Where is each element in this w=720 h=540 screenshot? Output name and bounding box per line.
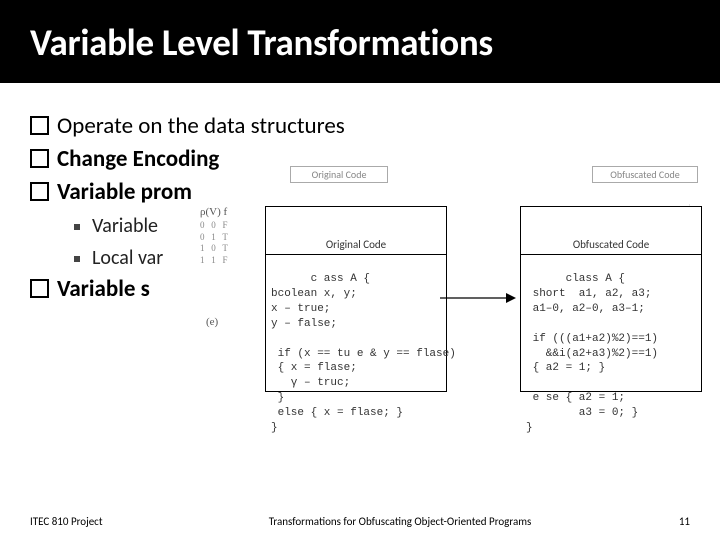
slide-title: Variable Level Transformations — [30, 20, 690, 65]
sub-bullet-text: Local var — [92, 242, 163, 274]
obfuscated-code-header: Obfuscated Code — [521, 237, 701, 255]
figure-group: Original Code Obfuscated Code ρ(V) f 0 0… — [210, 200, 700, 430]
rho-label: ρ(V) f — [200, 206, 227, 218]
ghost-obfuscated-header: Obfuscated Code — [592, 166, 698, 183]
square-bullet-icon — [30, 182, 49, 201]
sub-bullet-text: Variable — [92, 210, 158, 242]
page-number: 11 — [650, 515, 690, 528]
bullet-text: Variable s — [57, 274, 150, 305]
footer-left: ITEC 810 Project — [30, 515, 150, 528]
solid-square-icon — [74, 224, 80, 230]
slide: Variable Level Transformations Operate o… — [0, 0, 720, 540]
original-code-box: Original Code c ass A { bcolean x, y; x … — [265, 206, 447, 392]
footer: ITEC 810 Project Transformations for Obf… — [0, 515, 720, 528]
original-code-header: Original Code — [266, 237, 446, 255]
square-bullet-icon — [30, 149, 49, 168]
title-band: Variable Level Transformations — [0, 0, 720, 83]
original-code-body: c ass A { bcolean x, y; x – true; y – fa… — [271, 273, 456, 433]
truth-table: 0 0 F 0 1 T 1 0 T 1 1 F — [200, 220, 228, 267]
subfig-e-label: (e) — [206, 316, 218, 328]
obfuscated-code-box: Obfuscated Code class A { short a1, a2, … — [520, 206, 702, 392]
obfuscated-code-body: class A { short a1, a2, a3; a1–0, a2–0, … — [526, 273, 658, 433]
bullet-text: Change Encoding — [57, 144, 219, 175]
footer-center: Transformations for Obfuscating Object-O… — [150, 515, 650, 528]
bullet-text: Operate on the data structures — [57, 111, 345, 142]
bullet-operate: Operate on the data structures — [30, 111, 690, 142]
square-bullet-icon — [30, 116, 49, 135]
bullet-text: Variable prom — [57, 177, 192, 208]
ghost-original-header: Original Code — [290, 166, 388, 183]
square-bullet-icon — [30, 279, 49, 298]
arrow-icon — [440, 290, 518, 306]
solid-square-icon — [74, 256, 80, 262]
